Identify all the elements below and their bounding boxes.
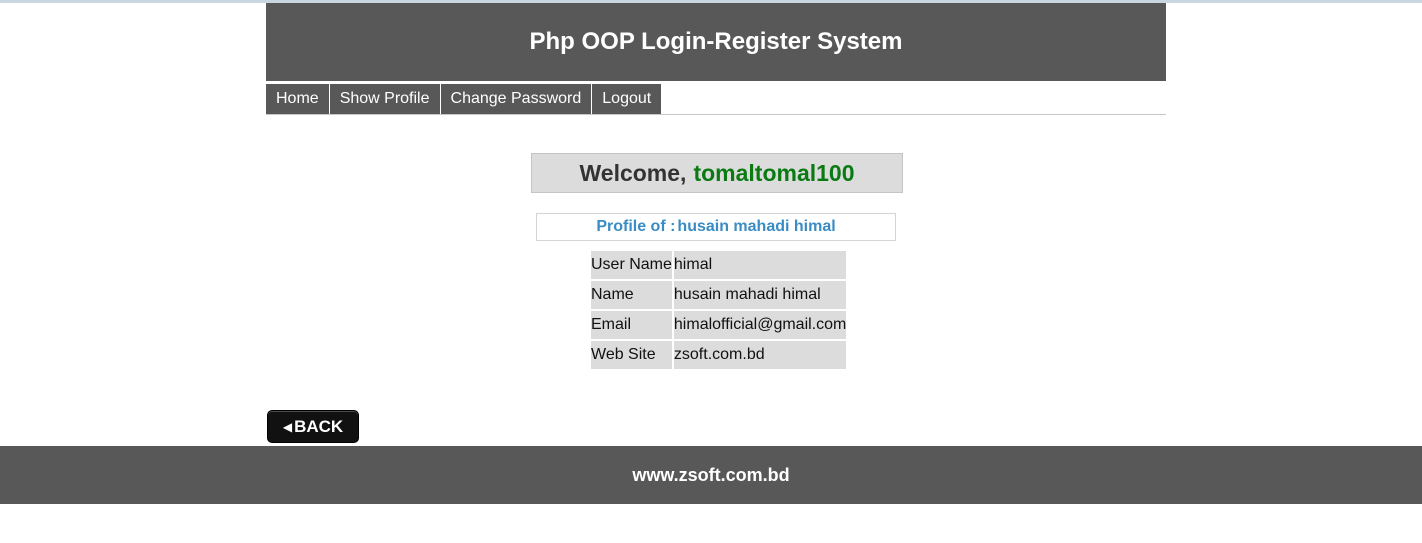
table-row-email: Email himalofficial@gmail.com (591, 311, 847, 339)
profile-heading-prefix: Profile of : (596, 218, 676, 235)
back-button-label: BACK (294, 416, 344, 436)
welcome-banner: Welcome, tomaltomal100 (531, 153, 903, 193)
welcome-username: tomaltomal100 (693, 159, 855, 186)
table-row-username: User Name himal (591, 251, 847, 279)
main-nav: Home Show Profile Change Password Logout (266, 83, 1166, 115)
table-row-website: Web Site zsoft.com.bd (591, 341, 847, 369)
profile-heading-name: husain mahadi himal (677, 218, 836, 235)
row-label: User Name (591, 251, 672, 279)
site-title: Php OOP Login-Register System (529, 28, 903, 55)
row-label: Web Site (591, 341, 672, 369)
table-row-name: Name husain mahadi himal (591, 281, 847, 309)
footer-link[interactable]: www.zsoft.com.bd (632, 465, 789, 486)
profile-table: User Name himal Name husain mahadi himal… (589, 249, 848, 371)
back-button[interactable]: ◀ BACK (267, 410, 359, 443)
nav-item-show-profile[interactable]: Show Profile (329, 84, 440, 114)
row-value: zsoft.com.bd (673, 341, 847, 369)
row-label: Name (591, 281, 672, 309)
back-arrow-icon: ◀ (282, 419, 293, 434)
profile-heading: Profile of : husain mahadi himal (536, 213, 896, 241)
site-header: Php OOP Login-Register System (266, 3, 1166, 81)
nav-item-change-password[interactable]: Change Password (440, 84, 592, 114)
nav-item-logout[interactable]: Logout (592, 84, 662, 114)
site-footer: www.zsoft.com.bd (0, 446, 1422, 504)
nav-item-home[interactable]: Home (266, 84, 329, 114)
row-label: Email (591, 311, 672, 339)
welcome-prefix: Welcome, (579, 159, 687, 186)
page-wrapper: Php OOP Login-Register System Home Show … (266, 3, 1166, 443)
row-value: husain mahadi himal (673, 281, 847, 309)
row-value: himalofficial@gmail.com (673, 311, 847, 339)
row-value: himal (673, 251, 847, 279)
